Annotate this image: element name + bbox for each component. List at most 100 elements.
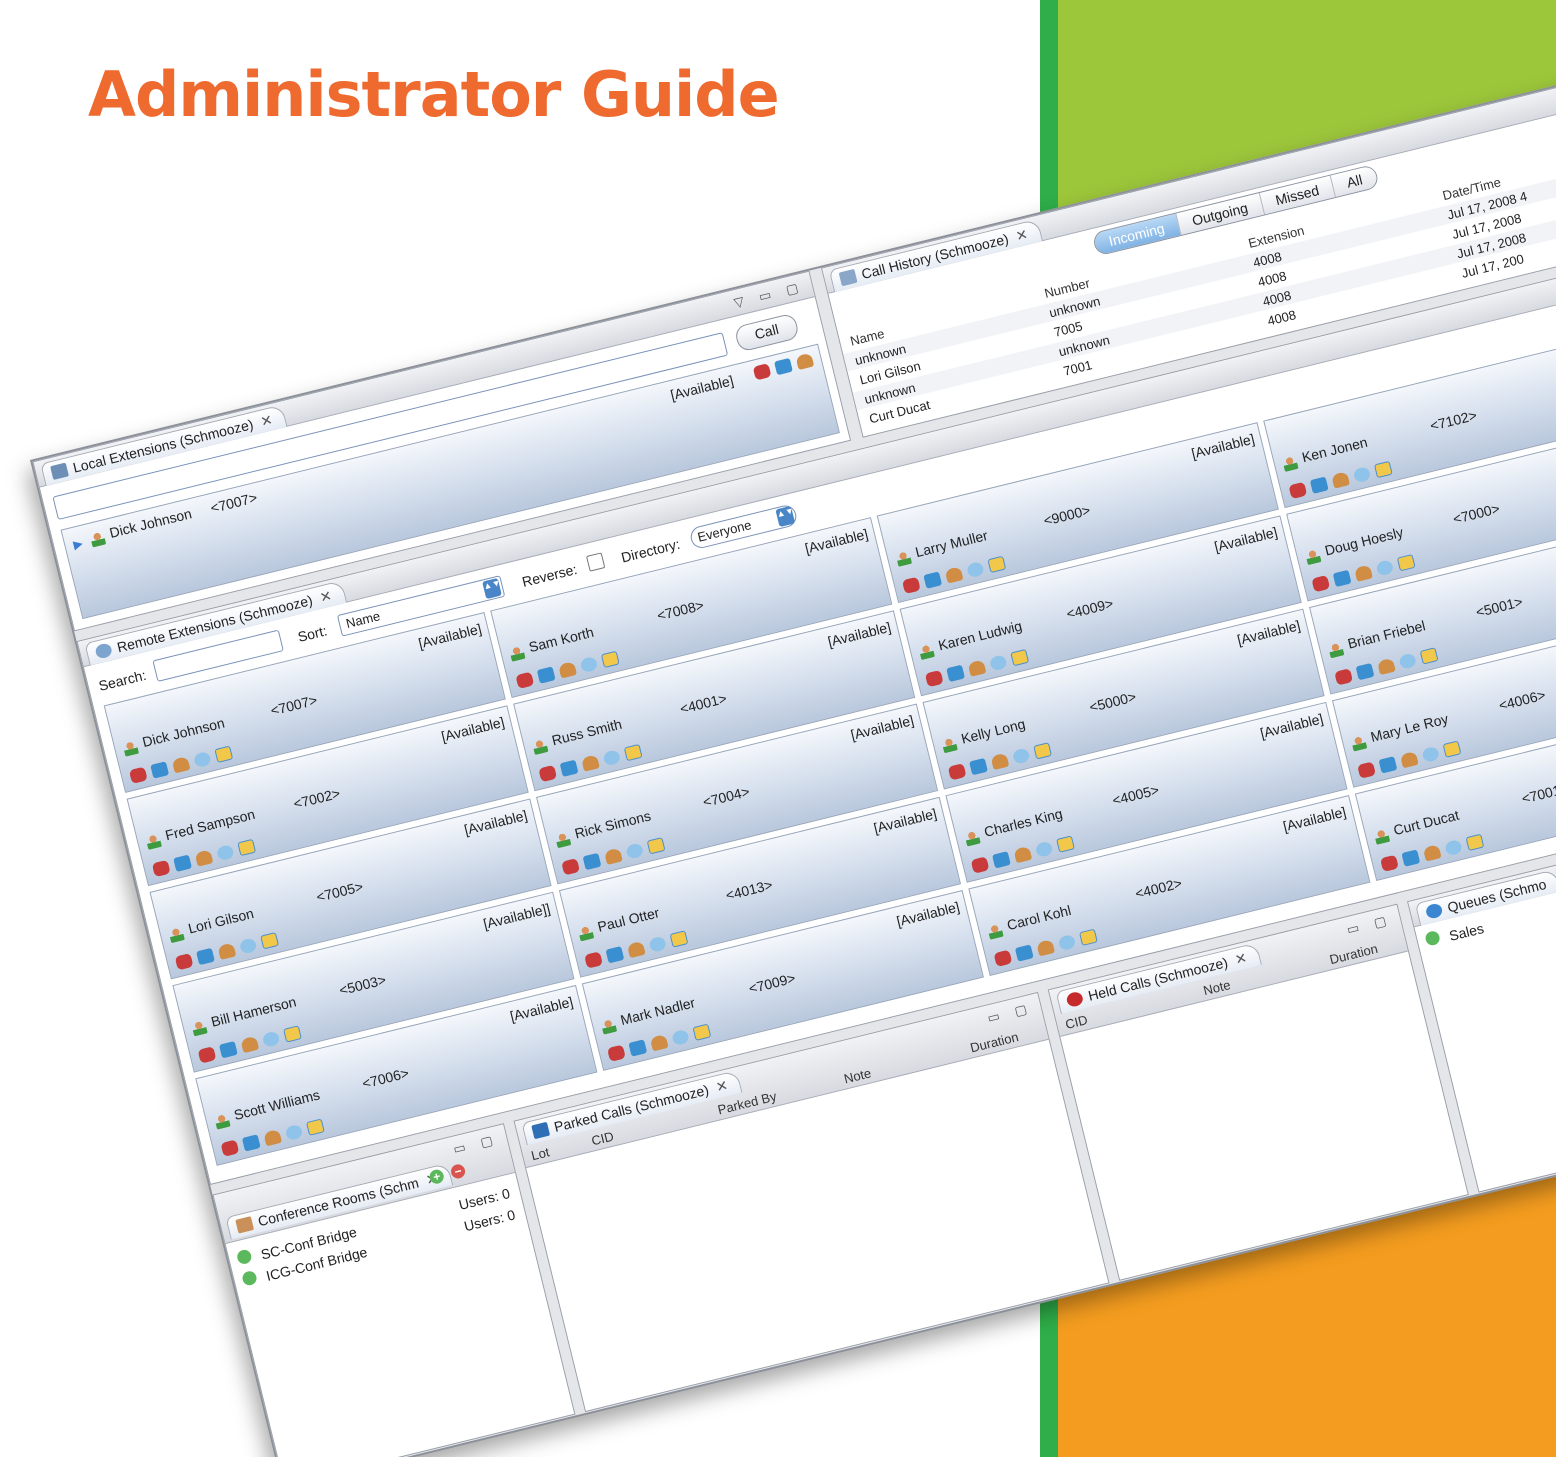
person-icon[interactable] [171,756,191,774]
person-icon[interactable] [1331,471,1351,489]
phone-icon[interactable] [1288,481,1308,500]
person-icon[interactable] [194,849,214,867]
dial-icon[interactable] [1014,944,1034,962]
close-icon[interactable]: ✕ [1014,226,1029,244]
phone-icon[interactable] [1380,854,1399,873]
chat-icon[interactable] [1421,745,1441,764]
person-icon[interactable] [649,1034,669,1052]
dial-icon[interactable] [628,1039,648,1057]
mail-icon[interactable] [260,932,280,950]
phone-icon[interactable] [538,764,558,783]
tab-call-history[interactable]: Call History (Schmooze) ✕ [828,218,1043,293]
phone-icon[interactable] [561,858,581,876]
phone-icon[interactable] [584,951,603,969]
phone-icon[interactable] [752,363,772,381]
phone-icon[interactable] [1334,668,1354,686]
person-icon[interactable] [1376,657,1396,676]
chat-icon[interactable] [261,1030,281,1048]
person-icon[interactable] [944,566,964,584]
person-icon[interactable] [967,659,987,677]
add-icon[interactable] [1424,929,1442,947]
chat-icon[interactable] [1034,840,1054,859]
filter-all[interactable]: All [1329,165,1379,198]
chat-icon[interactable] [238,937,258,955]
person-icon[interactable] [626,940,646,959]
person-icon[interactable] [1354,564,1373,582]
dial-icon[interactable] [923,571,943,589]
chat-icon[interactable] [579,655,599,674]
phone-icon[interactable] [151,859,171,878]
remove-icon[interactable]: − [449,1162,467,1180]
col-duration[interactable]: Duration [1328,941,1379,967]
add-icon[interactable] [241,1269,258,1287]
dial-icon[interactable] [218,1040,238,1059]
person-icon[interactable] [1036,939,1056,957]
phone-icon[interactable] [901,576,921,595]
chat-icon[interactable] [284,1123,304,1142]
person-icon[interactable] [1013,845,1033,864]
phone-icon[interactable] [515,671,535,690]
dial-icon[interactable] [1378,756,1398,774]
dial-icon[interactable] [605,946,625,964]
mail-icon[interactable] [1056,835,1075,853]
chat-icon[interactable] [1057,933,1077,952]
phone-icon[interactable] [606,1044,626,1062]
mail-icon[interactable] [1373,460,1393,479]
chat-icon[interactable] [192,750,212,769]
dial-icon[interactable] [173,854,193,872]
mail-icon[interactable] [237,838,257,857]
mail-icon[interactable] [305,1118,325,1136]
col-duration[interactable]: Duration [969,1029,1020,1055]
add-icon[interactable] [235,1248,253,1266]
phone-icon[interactable] [197,1046,217,1064]
chat-icon[interactable] [1375,559,1395,577]
chat-icon[interactable] [625,842,645,860]
reverse-checkbox[interactable] [585,552,606,572]
phone-icon[interactable] [220,1139,240,1157]
col-cid[interactable]: CID [590,1129,615,1149]
close-icon[interactable]: ✕ [1233,949,1248,967]
mail-icon[interactable] [1419,647,1439,665]
mail-icon[interactable] [623,743,643,762]
chat-icon[interactable] [1398,652,1418,670]
phone-icon[interactable] [174,953,194,971]
mail-icon[interactable] [1033,742,1053,760]
window-controls[interactable]: ▭ ▢ [452,1131,501,1158]
person-icon[interactable] [795,352,815,371]
person-icon[interactable] [263,1128,283,1147]
close-icon[interactable]: ✕ [714,1077,729,1095]
dial-icon[interactable] [536,666,556,684]
queue-item[interactable]: Sales [1424,919,1485,950]
call-button[interactable]: Call [733,312,801,353]
person-icon[interactable] [990,752,1010,771]
mail-icon[interactable] [1078,928,1098,947]
mail-icon[interactable] [1396,553,1416,572]
person-icon[interactable] [1399,750,1419,769]
chat-icon[interactable] [1444,838,1463,857]
phone-icon[interactable] [947,763,967,781]
chat-icon[interactable] [966,560,985,579]
dial-icon[interactable] [582,852,602,871]
chat-icon[interactable] [671,1028,690,1047]
col-note[interactable]: Note [842,1065,872,1086]
col-note[interactable]: Note [1202,977,1232,998]
dial-icon[interactable] [196,947,215,966]
chat-icon[interactable] [215,844,235,862]
phone-icon[interactable] [993,949,1013,968]
phone-icon[interactable] [1357,761,1376,779]
dial-icon[interactable] [1401,849,1421,867]
mail-icon[interactable] [987,555,1007,574]
person-icon[interactable] [217,942,237,960]
close-icon[interactable]: ✕ [259,411,274,429]
phone-icon[interactable] [924,669,944,688]
dial-icon[interactable] [150,761,170,779]
chat-icon[interactable] [1352,466,1372,484]
phone-icon[interactable] [1311,574,1331,593]
person-icon[interactable] [581,754,600,772]
window-controls[interactable]: ▭ ▢ [986,1000,1035,1027]
dial-icon[interactable] [1332,569,1352,588]
col-lot[interactable]: Lot [530,1144,551,1163]
mail-icon[interactable] [1442,740,1462,758]
close-icon[interactable]: ✕ [318,587,333,605]
person-icon[interactable] [1422,844,1442,862]
